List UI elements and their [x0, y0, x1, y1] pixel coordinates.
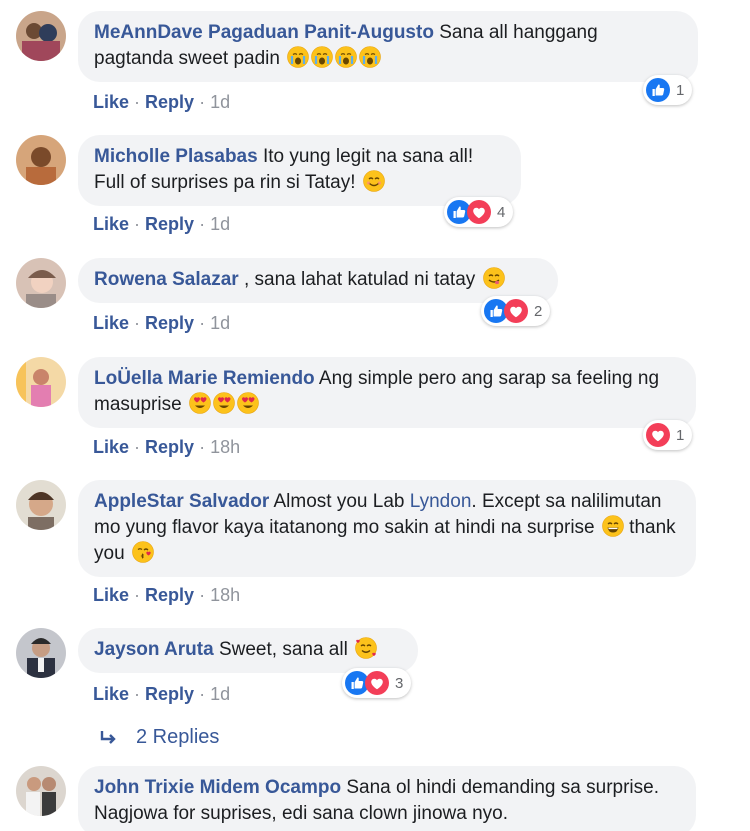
reaction-count: 1 — [676, 81, 685, 99]
avatar[interactable] — [16, 628, 66, 678]
crying-face-emoji — [311, 46, 333, 68]
smiling-face-emoji — [363, 170, 385, 192]
like-link[interactable]: Like — [93, 92, 129, 112]
crying-face-emoji — [287, 46, 309, 68]
reactions-summary[interactable]: 1 — [643, 420, 693, 450]
comment-bubble: MeAnnDave Pagaduan Panit-Augusto Sana al… — [78, 11, 698, 82]
reply-link[interactable]: Reply — [145, 585, 194, 605]
comment-text: Sweet, sana all — [213, 639, 348, 660]
comment-bubble: John Trixie Midem Ocampo Sana ol hindi d… — [78, 766, 696, 831]
avatar[interactable] — [16, 357, 66, 407]
comment-author[interactable]: MeAnnDave Pagaduan Panit-Augusto — [94, 22, 434, 43]
comment-text: Almost you Lab — [269, 491, 410, 512]
avatar[interactable] — [16, 258, 66, 308]
comment-text: , sana lahat katulad ni tatay — [238, 269, 476, 290]
kissing-face-emoji — [132, 541, 154, 563]
reply-link[interactable]: Reply — [145, 92, 194, 112]
reactions-summary[interactable]: 4 — [444, 197, 514, 227]
comment-bubble: Jayson Aruta Sweet, sana all — [78, 628, 418, 673]
heart-eyes-face-emoji — [213, 392, 235, 414]
like-reaction-icon — [646, 78, 670, 102]
reply-link[interactable]: Reply — [145, 214, 194, 234]
crying-face-emoji — [359, 46, 381, 68]
reply-link[interactable]: Reply — [145, 684, 194, 704]
love-reaction-icon — [467, 200, 491, 224]
avatar[interactable] — [16, 11, 66, 61]
reaction-count: 2 — [534, 302, 543, 320]
comment-bubble: Micholle Plasabas Ito yung legit na sana… — [78, 135, 521, 206]
reaction-count: 1 — [676, 426, 685, 444]
comment-bubble: AppleStar Salvador Almost you Lab Lyndon… — [78, 480, 696, 577]
reply-link[interactable]: Reply — [145, 437, 194, 457]
comment-author[interactable]: Jayson Aruta — [94, 639, 214, 660]
love-reaction-icon — [365, 671, 389, 695]
reaction-count: 3 — [395, 674, 404, 692]
crying-face-emoji — [335, 46, 357, 68]
comment-timestamp[interactable]: 18h — [210, 585, 240, 605]
reactions-summary[interactable]: 1 — [643, 75, 693, 105]
comment-actions: Like · Reply · 18h — [93, 585, 241, 605]
love-reaction-icon — [504, 299, 528, 323]
reaction-count: 4 — [497, 203, 506, 221]
comment-timestamp[interactable]: 1d — [210, 214, 230, 234]
reactions-summary[interactable]: 3 — [342, 668, 412, 698]
reactions-summary[interactable]: 2 — [481, 296, 551, 326]
like-link[interactable]: Like — [93, 214, 129, 234]
comment-bubble: LoÜella Marie Remiendo Ang simple pero a… — [78, 357, 696, 428]
comment-author[interactable]: AppleStar Salvador — [94, 491, 269, 512]
comment-actions: Like · Reply · 18h — [93, 437, 241, 457]
comment-author[interactable]: John Trixie Midem Ocampo — [94, 777, 341, 798]
comment-timestamp[interactable]: 1d — [210, 313, 230, 333]
avatar[interactable] — [16, 135, 66, 185]
reply-link[interactable]: Reply — [145, 313, 194, 333]
mention-link[interactable]: Lyndon — [410, 491, 472, 512]
avatar[interactable] — [16, 480, 66, 530]
love-reaction-icon — [646, 423, 670, 447]
yum-face-emoji — [483, 267, 505, 289]
comment-author[interactable]: Rowena Salazar — [94, 269, 239, 290]
like-link[interactable]: Like — [93, 313, 129, 333]
heart-eyes-face-emoji — [237, 392, 259, 414]
view-replies-link[interactable]: 2 Replies — [98, 726, 219, 749]
comment-author[interactable]: LoÜella Marie Remiendo — [94, 368, 315, 389]
comment-timestamp[interactable]: 1d — [210, 684, 230, 704]
comment-actions: Like · Reply · 1d — [93, 92, 231, 112]
hearts-face-emoji — [355, 637, 377, 659]
like-link[interactable]: Like — [93, 684, 129, 704]
like-link[interactable]: Like — [93, 585, 129, 605]
comment-timestamp[interactable]: 18h — [210, 437, 240, 457]
comment-actions: Like · Reply · 1d — [93, 684, 231, 704]
comment-actions: Like · Reply · 1d — [93, 214, 231, 234]
replies-count-label: 2 Replies — [136, 726, 220, 748]
comment-author[interactable]: Micholle Plasabas — [94, 146, 258, 167]
avatar[interactable] — [16, 766, 66, 816]
grinning-face-emoji — [602, 515, 624, 537]
like-link[interactable]: Like — [93, 437, 129, 457]
reply-arrow-icon — [100, 730, 116, 744]
comment-timestamp[interactable]: 1d — [210, 92, 230, 112]
comment-actions: Like · Reply · 1d — [93, 313, 231, 333]
comment-bubble: Rowena Salazar , sana lahat katulad ni t… — [78, 258, 558, 303]
heart-eyes-face-emoji — [189, 392, 211, 414]
